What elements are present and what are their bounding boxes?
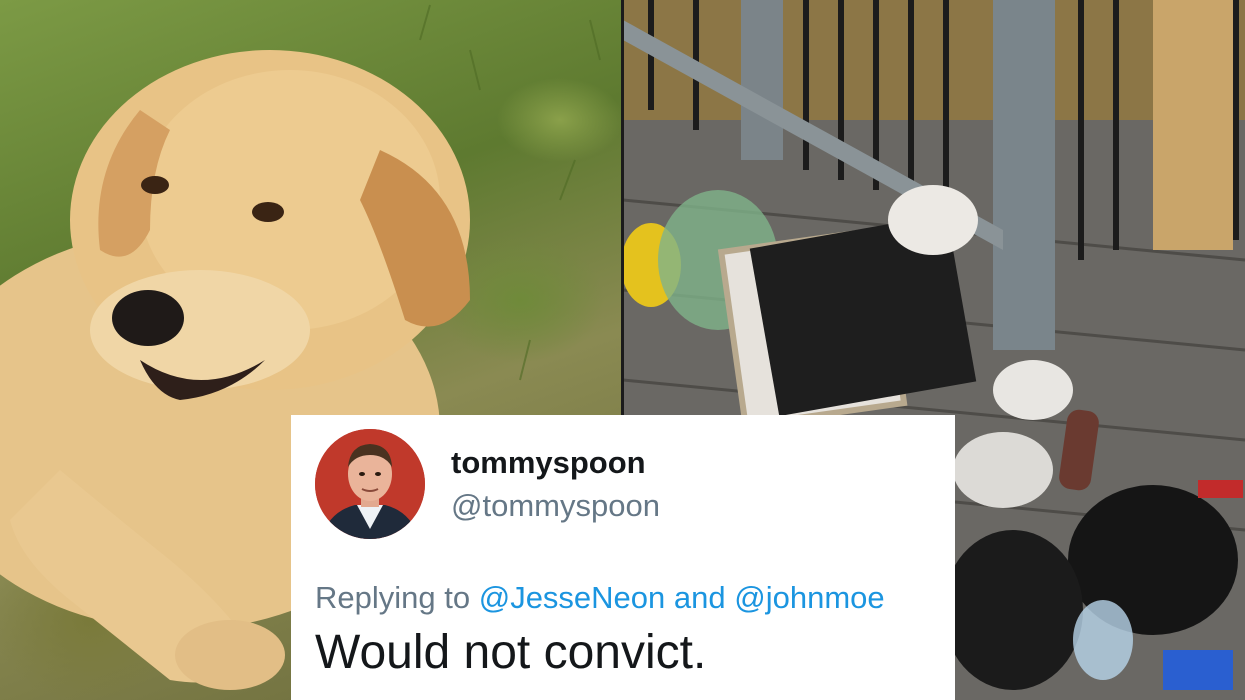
replying-to-line: Replying to @JesseNeon and @johnmoe: [315, 580, 885, 616]
avatar-portrait: [315, 429, 425, 539]
display-name[interactable]: tommyspoon: [451, 445, 646, 481]
mention-link-1[interactable]: @JesseNeon: [479, 580, 666, 615]
avatar[interactable]: [315, 429, 425, 539]
mention-link-2[interactable]: @johnmoe: [734, 580, 884, 615]
tweet-text: Would not convict.: [315, 626, 707, 679]
mention-connector: and: [673, 580, 726, 615]
tweet-card: tommyspoon @tommyspoon Replying to @Jess…: [291, 415, 955, 700]
user-handle[interactable]: @tommyspoon: [451, 488, 660, 524]
replying-to-label: Replying to: [315, 580, 471, 615]
